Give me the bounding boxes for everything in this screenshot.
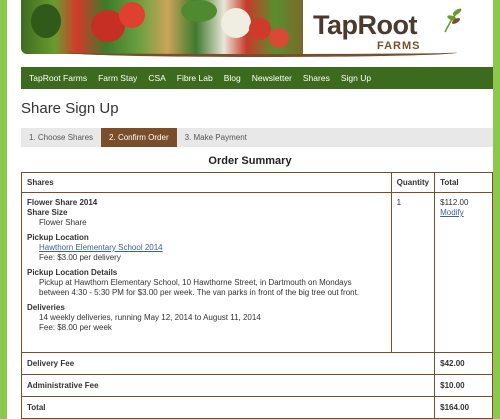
table-row: Administrative Fee $10.00 <box>20 374 493 397</box>
nav-sign-up[interactable]: Sign Up <box>341 73 371 83</box>
nav-blog[interactable]: Blog <box>224 73 241 83</box>
grand-total-label: Total <box>20 396 436 419</box>
pickup-details-line-2: between 4:30 - 5:30 PM for $3.00 per wee… <box>39 288 360 297</box>
logo-wordmark: TapRoot <box>313 10 417 40</box>
step-confirm-order: 2. Confirm Order <box>101 128 177 147</box>
checkout-steps: 1. Choose Shares 2. Confirm Order 3. Mak… <box>21 128 493 147</box>
step-make-payment: 3. Make Payment <box>184 133 247 142</box>
nav-fibre-lab[interactable]: Fibre Lab <box>177 73 213 83</box>
item-total-cell: $112.00 Modify <box>434 192 493 353</box>
share-name: Flower Share 2014 <box>27 198 98 207</box>
site-header: TapRoot FARMS <box>7 0 493 64</box>
share-details-cell: Flower Share 2014 Share Size Flower Shar… <box>21 192 392 353</box>
col-header-total: Total <box>434 172 493 193</box>
admin-fee-label: Administrative Fee <box>20 374 436 397</box>
deliveries-fee: Fee: $8.00 per week <box>39 323 112 332</box>
nav-taproot-farms[interactable]: TapRoot Farms <box>29 73 87 83</box>
table-row: Delivery Fee $42.00 <box>20 352 493 375</box>
deliveries-label: Deliveries <box>27 303 65 312</box>
col-header-shares: Shares <box>21 172 392 193</box>
quantity-cell: 1 <box>390 192 436 353</box>
nav-csa[interactable]: CSA <box>148 73 165 83</box>
pickup-fee: Fee: $3.00 per delivery <box>39 253 121 262</box>
vegetable-banner-image <box>21 0 303 54</box>
page-title: Share Sign Up <box>21 100 119 117</box>
taproot-logo[interactable]: TapRoot FARMS <box>307 4 487 56</box>
modify-link[interactable]: Modify <box>440 208 464 217</box>
item-total-value: $112.00 <box>440 198 469 207</box>
quantity-value: 1 <box>396 198 402 207</box>
nav-shares[interactable]: Shares <box>303 73 330 83</box>
pickup-details-label: Pickup Location Details <box>27 268 118 277</box>
col-header-quantity: Quantity <box>390 172 436 193</box>
pickup-location-link[interactable]: Hawthorn Elementary School 2014 <box>39 243 163 252</box>
order-summary-table: Shares Quantity Total Flower Share 2014 … <box>20 172 493 419</box>
grand-total-value: $164.00 <box>434 396 493 419</box>
share-size-value: Flower Share <box>39 218 87 227</box>
admin-fee-value: $10.00 <box>434 374 493 397</box>
page: TapRoot FARMS TapRoot Farms Farm Stay CS… <box>7 0 493 419</box>
logo-subtitle: FARMS <box>377 40 421 52</box>
pickup-location-label: Pickup Location <box>27 233 89 242</box>
table-header-row: Shares Quantity Total <box>21 172 493 193</box>
share-size-label: Share Size <box>27 208 68 217</box>
table-row: Total $164.00 <box>20 396 493 419</box>
delivery-fee-label: Delivery Fee <box>20 352 436 375</box>
delivery-fee-value: $42.00 <box>434 352 493 375</box>
pickup-details-line-1: Pickup at Hawthorn Elementary School, 10… <box>39 278 352 287</box>
nav-newsletter[interactable]: Newsletter <box>252 73 292 83</box>
table-row: Flower Share 2014 Share Size Flower Shar… <box>21 192 493 353</box>
order-summary-heading: Order Summary <box>208 155 292 167</box>
nav-farm-stay[interactable]: Farm Stay <box>98 73 137 83</box>
deliveries-schedule: 14 weekly deliveries, running May 12, 20… <box>39 313 261 322</box>
main-nav: TapRoot Farms Farm Stay CSA Fibre Lab Bl… <box>21 67 493 89</box>
leaf-icon <box>444 8 462 33</box>
step-choose-shares[interactable]: 1. Choose Shares <box>21 128 101 147</box>
